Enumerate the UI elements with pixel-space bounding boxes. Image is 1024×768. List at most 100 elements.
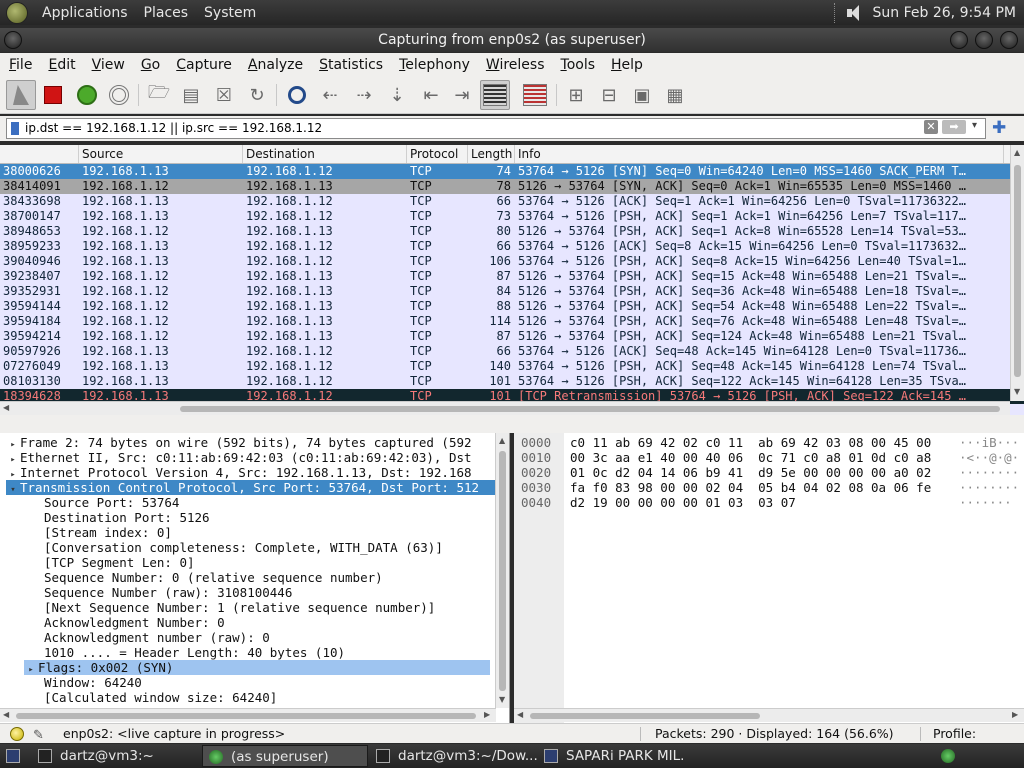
- detail-tree-item[interactable]: ▸ Flags: 0x002 (SYN): [24, 660, 490, 675]
- detail-tree-item[interactable]: Destination Port: 5126: [30, 510, 210, 525]
- scrollbar-thumb[interactable]: [499, 451, 506, 691]
- packet-row[interactable]: 39040946 192.168.1.13 192.168.1.12 TCP 106 53…: [0, 254, 1024, 269]
- zoom-out-icon[interactable]: ⊟: [594, 80, 624, 110]
- taskbar-item-terminal-1[interactable]: dartz@vm3:~: [32, 745, 200, 767]
- detail-tree-item[interactable]: [Next Sequence Number: 1 (relative seque…: [30, 600, 435, 615]
- find-packet-icon[interactable]: [282, 80, 312, 110]
- packet-row[interactable]: 38959233 192.168.1.13 192.168.1.12 TCP 66 537…: [0, 239, 1024, 254]
- panel-menu-applications[interactable]: Applications: [34, 5, 136, 21]
- column-header-source[interactable]: Source: [79, 145, 243, 163]
- packet-row[interactable]: 38948653 192.168.1.12 192.168.1.13 TCP 80 512…: [0, 224, 1024, 239]
- column-header-protocol[interactable]: Protocol: [407, 145, 468, 163]
- zoom-in-icon[interactable]: ⊞: [561, 80, 591, 110]
- menu-view[interactable]: View: [83, 57, 132, 73]
- autoscroll-icon[interactable]: [480, 80, 510, 110]
- hscrollbar-thumb[interactable]: [180, 406, 1000, 412]
- detail-tree-item[interactable]: 1010 .... = Header Length: 40 bytes (10): [30, 645, 345, 660]
- bytes-row[interactable]: 0020 01 0c d2 04 14 06 b9 41 d9 5e 00 00 …: [514, 465, 1019, 480]
- packet-row[interactable]: 39238407 192.168.1.12 192.168.1.13 TCP 87 512…: [0, 269, 1024, 284]
- go-to-packet-icon[interactable]: ⇣: [382, 80, 412, 110]
- bytes-row[interactable]: 0010 00 3c aa e1 40 00 40 06 0c 71 c0 a8 …: [514, 450, 1019, 465]
- packet-row[interactable]: 38414091 192.168.1.12 192.168.1.13 TCP 78 512…: [0, 179, 1024, 194]
- open-file-icon[interactable]: 🗁: [144, 80, 174, 110]
- clear-filter-icon[interactable]: ✕: [924, 120, 938, 134]
- scroll-left-icon[interactable]: ◀: [3, 403, 9, 412]
- detail-tree-item[interactable]: [Calculated window size: 64240]: [30, 690, 277, 705]
- expand-toggle-icon[interactable]: ▾: [6, 483, 20, 498]
- taskbar-item-document[interactable]: SAPARi PARK MIL.: [538, 745, 738, 767]
- menu-statistics[interactable]: Statistics: [310, 57, 390, 73]
- packet-row[interactable]: 39594144 192.168.1.12 192.168.1.13 TCP 88 512…: [0, 299, 1024, 314]
- detail-tree-item[interactable]: Acknowledgment number (raw): 0: [30, 630, 270, 645]
- column-header-info[interactable]: Info: [515, 145, 1004, 163]
- capture-options-icon[interactable]: [104, 80, 134, 110]
- window-titlebar[interactable]: Capturing from enp0s2 (as superuser): [0, 28, 1024, 52]
- packet-row[interactable]: 39594184 192.168.1.12 192.168.1.13 TCP 114 51…: [0, 314, 1024, 329]
- reload-file-icon[interactable]: ↻: [242, 80, 272, 110]
- column-header-destination[interactable]: Destination: [243, 145, 407, 163]
- first-packet-icon[interactable]: ⇤: [416, 80, 446, 110]
- details-hscrollbar[interactable]: ◀ ▶: [0, 708, 496, 722]
- detail-tree-item[interactable]: Source Port: 53764: [30, 495, 179, 510]
- colorize-icon[interactable]: [520, 80, 550, 110]
- shark-fin-start-icon[interactable]: [6, 80, 36, 110]
- go-forward-icon[interactable]: ⇢: [349, 80, 379, 110]
- scroll-down-icon[interactable]: ▼: [499, 695, 505, 704]
- packet-list-hscrollbar[interactable]: ◀: [0, 401, 1010, 415]
- resize-columns-icon[interactable]: ▦: [660, 80, 690, 110]
- detail-tree-item[interactable]: ▸ Frame 2: 74 bytes on wire (592 bits), 7…: [6, 435, 471, 450]
- detail-tree-item[interactable]: ▸ Ethernet II, Src: c0:11:ab:69:42:03 (c0…: [6, 450, 471, 465]
- packet-row[interactable]: 08103130 192.168.1.13 192.168.1.12 TCP 101 53…: [0, 374, 1024, 389]
- show-desktop-button[interactable]: [0, 745, 32, 767]
- pane-splitter[interactable]: [0, 415, 1024, 433]
- scroll-left-icon[interactable]: ◀: [517, 710, 523, 719]
- packet-row[interactable]: 38433698 192.168.1.13 192.168.1.12 TCP 66 537…: [0, 194, 1024, 209]
- packet-row[interactable]: 38000626 192.168.1.13 192.168.1.12 TCP 74 537…: [0, 164, 1024, 179]
- scroll-right-icon[interactable]: ▶: [1012, 710, 1018, 719]
- detail-tree-item[interactable]: Acknowledgment Number: 0: [30, 615, 225, 630]
- go-back-icon[interactable]: ⇠: [315, 80, 345, 110]
- bytes-row[interactable]: 0040 d2 19 00 00 00 00 01 03 03 07 ·······: [514, 495, 1012, 510]
- packet-row[interactable]: 07276049 192.168.1.13 192.168.1.12 TCP 140 53…: [0, 359, 1024, 374]
- packet-row[interactable]: 39594214 192.168.1.12 192.168.1.13 TCP 87 512…: [0, 329, 1024, 344]
- menu-edit[interactable]: Edit: [39, 57, 82, 73]
- packet-row[interactable]: 39352931 192.168.1.12 192.168.1.13 TCP 84 512…: [0, 284, 1024, 299]
- bytes-hscrollbar[interactable]: ◀ ▶: [514, 708, 1024, 722]
- scroll-down-icon[interactable]: ▼: [1014, 387, 1020, 396]
- menu-tools[interactable]: Tools: [552, 57, 603, 73]
- taskbar-item-terminal-2[interactable]: dartz@vm3:~/Dow...: [370, 745, 538, 767]
- detail-tree-item[interactable]: [Conversation completeness: Complete, WI…: [30, 540, 443, 555]
- menu-wireless[interactable]: Wireless: [477, 57, 552, 73]
- menu-telephony[interactable]: Telephony: [390, 57, 477, 73]
- save-file-icon[interactable]: ▤: [176, 80, 206, 110]
- column-header-length[interactable]: Length: [468, 145, 515, 163]
- detail-tree-item[interactable]: Sequence Number: 0 (relative sequence nu…: [30, 570, 383, 585]
- hscrollbar-thumb[interactable]: [16, 713, 476, 719]
- scroll-up-icon[interactable]: ▲: [1014, 148, 1020, 157]
- detail-tree-item[interactable]: Sequence Number (raw): 3108100446: [30, 585, 292, 600]
- bytes-row[interactable]: 0000 c0 11 ab 69 42 02 c0 11 ab 69 42 03 …: [514, 435, 1019, 450]
- menu-file[interactable]: File: [0, 57, 39, 73]
- close-file-icon[interactable]: ☒: [209, 80, 239, 110]
- filter-history-dropdown-icon[interactable]: ▾: [972, 120, 977, 131]
- distro-logo-icon[interactable]: [6, 1, 28, 24]
- menu-analyze[interactable]: Analyze: [239, 57, 310, 73]
- hscrollbar-thumb[interactable]: [530, 713, 760, 719]
- panel-clock[interactable]: Sun Feb 26, 9:54 PM: [873, 5, 1024, 21]
- detail-tree-item[interactable]: ▸ Internet Protocol Version 4, Src: 192.1…: [6, 465, 471, 480]
- details-scrollbar[interactable]: ▲ ▼: [495, 433, 509, 708]
- minimize-button[interactable]: [950, 31, 968, 49]
- scroll-right-icon[interactable]: ▶: [484, 710, 490, 719]
- filter-bookmark-icon[interactable]: [11, 122, 19, 135]
- menu-capture[interactable]: Capture: [167, 57, 239, 73]
- detail-tree-item[interactable]: ▾ Transmission Control Protocol, Src Port…: [6, 480, 496, 495]
- column-header-time[interactable]: [0, 145, 79, 163]
- detail-tree-item[interactable]: [Stream index: 0]: [30, 525, 172, 540]
- detail-tree-item[interactable]: Window: 64240: [30, 675, 142, 690]
- taskbar-item-wireshark[interactable]: (as superuser): [202, 745, 368, 767]
- packet-row[interactable]: 90597926 192.168.1.13 192.168.1.12 TCP 66 537…: [0, 344, 1024, 359]
- tray-wireshark[interactable]: [936, 745, 960, 767]
- bytes-row[interactable]: 0030 fa f0 83 98 00 00 02 04 05 b4 04 02 …: [514, 480, 1019, 495]
- panel-menu-system[interactable]: System: [196, 5, 264, 21]
- panel-menu-places[interactable]: Places: [136, 5, 197, 21]
